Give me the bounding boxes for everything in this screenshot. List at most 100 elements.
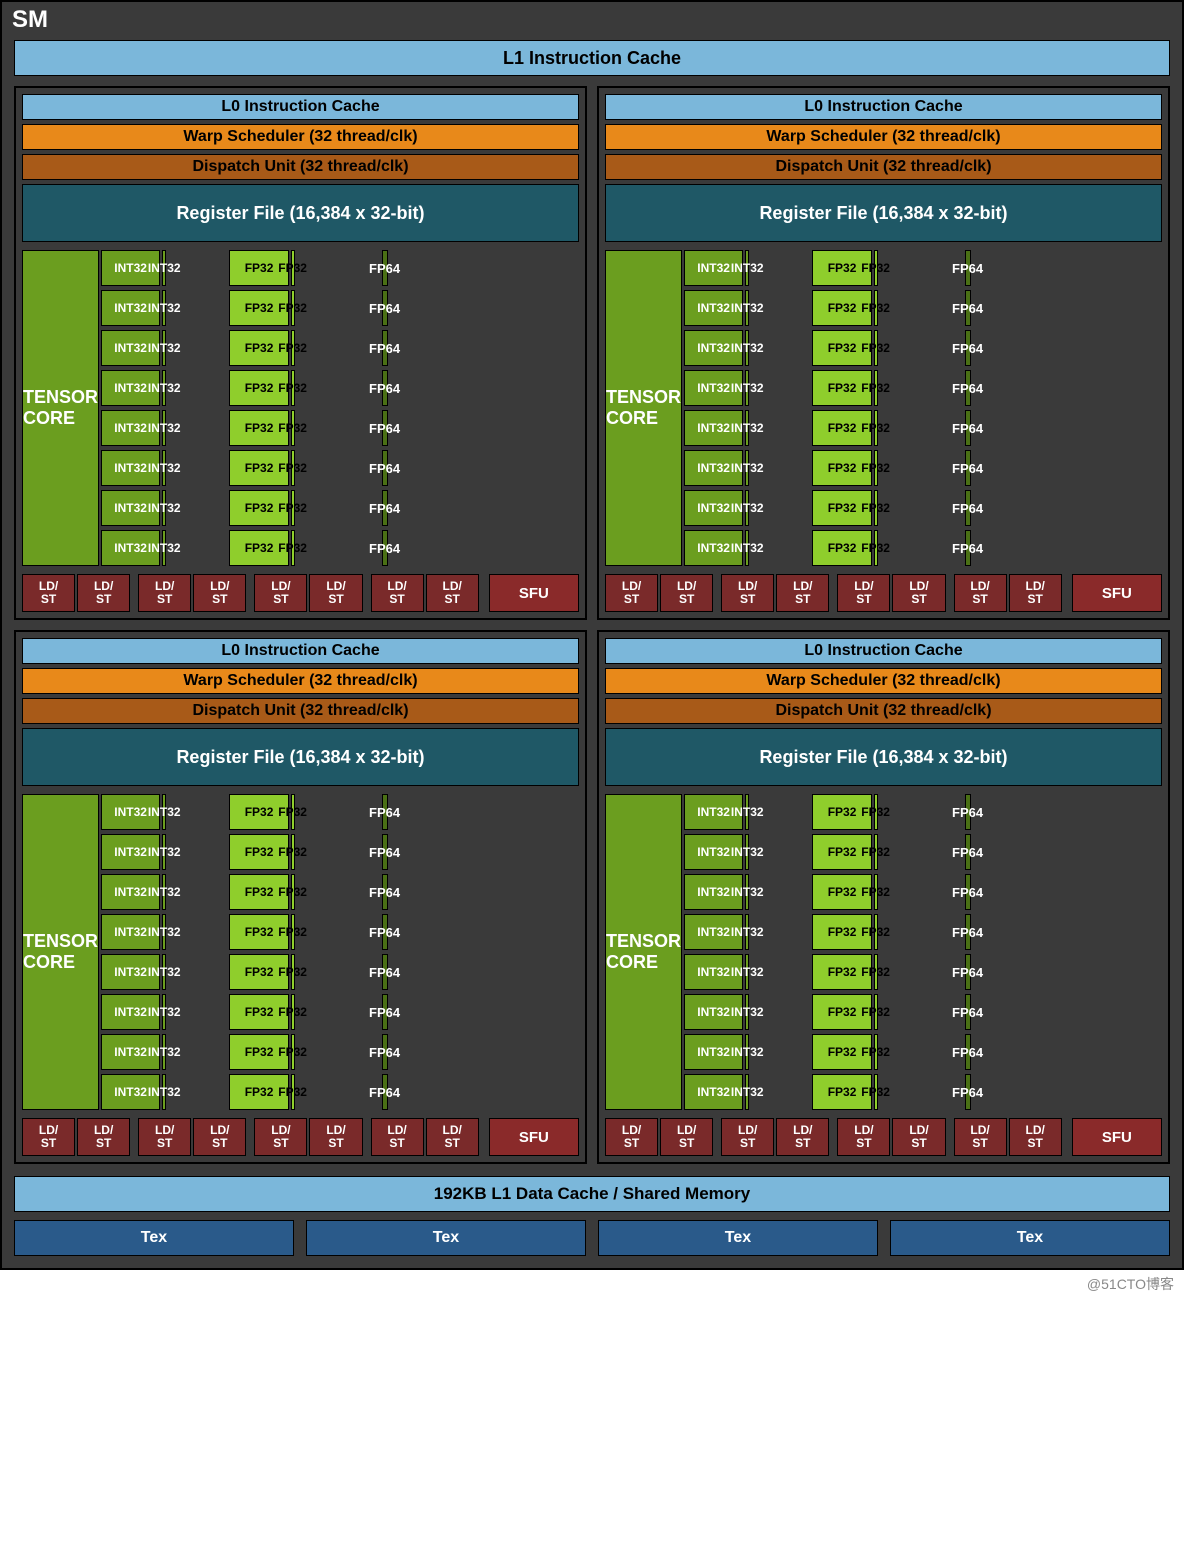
- tex-unit: Tex: [598, 1220, 878, 1256]
- fp32-core: FP32: [291, 450, 295, 486]
- fp64-core: FP64: [382, 290, 388, 326]
- fp32-core: FP32: [291, 330, 295, 366]
- ldst-row: LD/STLD/STLD/STLD/STLD/STLD/STLD/STLD/ST…: [22, 1118, 579, 1156]
- ldst-row: LD/STLD/STLD/STLD/STLD/STLD/STLD/STLD/ST…: [22, 574, 579, 612]
- ldst-unit: LD/ST: [138, 1118, 191, 1156]
- ldst-unit: LD/ST: [193, 574, 246, 612]
- int32-core: INT32: [745, 794, 749, 830]
- fp64-core: FP64: [965, 1034, 971, 1070]
- fp64-core: FP64: [965, 290, 971, 326]
- ldst-unit: LD/ST: [254, 574, 307, 612]
- int32-core: INT32: [162, 370, 166, 406]
- fp64-core: FP64: [965, 794, 971, 830]
- ldst-unit: LD/ST: [22, 1118, 75, 1156]
- warp-scheduler: Warp Scheduler (32 thread/clk): [22, 668, 579, 694]
- fp64-core: FP64: [965, 330, 971, 366]
- processing-block: L0 Instruction CacheWarp Scheduler (32 t…: [597, 630, 1170, 1164]
- processing-block: L0 Instruction Cache Warp Scheduler (32 t…: [14, 630, 587, 1164]
- fp64-core: FP64: [965, 530, 971, 566]
- core-grid: INT32INT32FP32FP32FP64TENSOR COREINT32IN…: [22, 794, 579, 1110]
- ldst-unit: LD/ST: [837, 1118, 890, 1156]
- register-file: Register File (16,384 x 32-bit): [22, 184, 579, 242]
- l0-instruction-cache: L0 Instruction Cache: [22, 638, 579, 664]
- fp32-core: FP32: [874, 914, 878, 950]
- ldst-unit: LD/ST: [605, 1118, 658, 1156]
- fp32-core: FP32: [291, 954, 295, 990]
- int32-core: INT32: [745, 330, 749, 366]
- fp32-core: FP32: [874, 370, 878, 406]
- l0-instruction-cache: L0 Instruction Cache: [22, 94, 579, 120]
- fp64-core: FP64: [382, 874, 388, 910]
- sm-title: SM: [2, 2, 1182, 36]
- ldst-unit: LD/ST: [660, 1118, 713, 1156]
- int32-core: INT32: [162, 330, 166, 366]
- fp32-core: FP32: [291, 994, 295, 1030]
- int32-core: INT32: [745, 914, 749, 950]
- tensor-core: TENSOR CORE: [22, 794, 99, 1110]
- ldst-unit: LD/ST: [721, 574, 774, 612]
- ldst-unit: LD/ST: [1009, 574, 1062, 612]
- fp64-core: FP64: [965, 994, 971, 1030]
- fp32-core: FP32: [291, 1074, 295, 1110]
- ldst-row: LD/STLD/STLD/STLD/STLD/STLD/STLD/STLD/ST…: [605, 1118, 1162, 1156]
- sm-block: SM L1 Instruction Cache L0 Instruction C…: [0, 0, 1184, 1270]
- ldst-unit: LD/ST: [426, 574, 479, 612]
- fp64-core: FP64: [965, 490, 971, 526]
- fp32-core: FP32: [291, 794, 295, 830]
- fp64-core: FP64: [965, 250, 971, 286]
- fp64-core: FP64: [382, 450, 388, 486]
- tex-row: TexTexTexTex: [2, 1220, 1182, 1268]
- fp64-core: FP64: [382, 330, 388, 366]
- fp64-core: FP64: [382, 370, 388, 406]
- processing-block: L0 Instruction CacheWarp Scheduler (32 t…: [14, 86, 587, 620]
- fp64-core: FP64: [382, 994, 388, 1030]
- fp32-core: FP32: [291, 250, 295, 286]
- fp64-core: FP64: [382, 914, 388, 950]
- fp32-core: FP32: [291, 834, 295, 870]
- fp64-core: FP64: [965, 370, 971, 406]
- int32-core: INT32: [162, 410, 166, 446]
- fp32-core: FP32: [291, 874, 295, 910]
- tex-unit: Tex: [890, 1220, 1170, 1256]
- dispatch-unit: Dispatch Unit (32 thread/clk): [22, 154, 579, 180]
- fp32-core: FP32: [874, 1034, 878, 1070]
- int32-core: INT32: [745, 290, 749, 326]
- fp32-core: FP32: [874, 330, 878, 366]
- fp64-core: FP64: [382, 794, 388, 830]
- ldst-unit: LD/ST: [954, 574, 1007, 612]
- l0-instruction-cache: L0 Instruction Cache: [605, 638, 1162, 664]
- l1-instruction-cache: L1 Instruction Cache: [14, 40, 1170, 76]
- ldst-unit: LD/ST: [892, 1118, 945, 1156]
- ldst-unit: LD/ST: [22, 574, 75, 612]
- dispatch-unit: Dispatch Unit (32 thread/clk): [22, 698, 579, 724]
- core-grid: INT32INT32FP32FP32FP64TENSOR COREINT32IN…: [605, 794, 1162, 1110]
- l1-data-cache: 192KB L1 Data Cache / Shared Memory: [14, 1176, 1170, 1212]
- ldst-unit: LD/ST: [138, 574, 191, 612]
- int32-core: INT32: [745, 1034, 749, 1070]
- int32-core: INT32: [162, 874, 166, 910]
- fp64-core: FP64: [382, 410, 388, 446]
- int32-core: INT32: [162, 290, 166, 326]
- ldst-unit: LD/ST: [660, 574, 713, 612]
- fp32-core: FP32: [291, 490, 295, 526]
- tensor-core: TENSOR CORE: [605, 250, 682, 566]
- watermark: @51CTO博客: [0, 1270, 1184, 1298]
- fp64-core: FP64: [382, 954, 388, 990]
- fp64-core: FP64: [382, 1074, 388, 1110]
- int32-core: INT32: [745, 410, 749, 446]
- fp64-core: FP64: [382, 834, 388, 870]
- fp32-core: FP32: [874, 874, 878, 910]
- int32-core: INT32: [745, 450, 749, 486]
- int32-core: INT32: [162, 834, 166, 870]
- fp64-core: FP64: [965, 1074, 971, 1110]
- ldst-unit: LD/ST: [309, 574, 362, 612]
- ldst-unit: LD/ST: [77, 1118, 130, 1156]
- fp32-core: FP32: [874, 994, 878, 1030]
- ldst-unit: LD/ST: [254, 1118, 307, 1156]
- fp64-core: FP64: [965, 410, 971, 446]
- ldst-unit: LD/ST: [426, 1118, 479, 1156]
- sfu-unit: SFU: [489, 1118, 579, 1156]
- fp32-core: FP32: [874, 250, 878, 286]
- fp32-core: FP32: [291, 290, 295, 326]
- ldst-unit: LD/ST: [193, 1118, 246, 1156]
